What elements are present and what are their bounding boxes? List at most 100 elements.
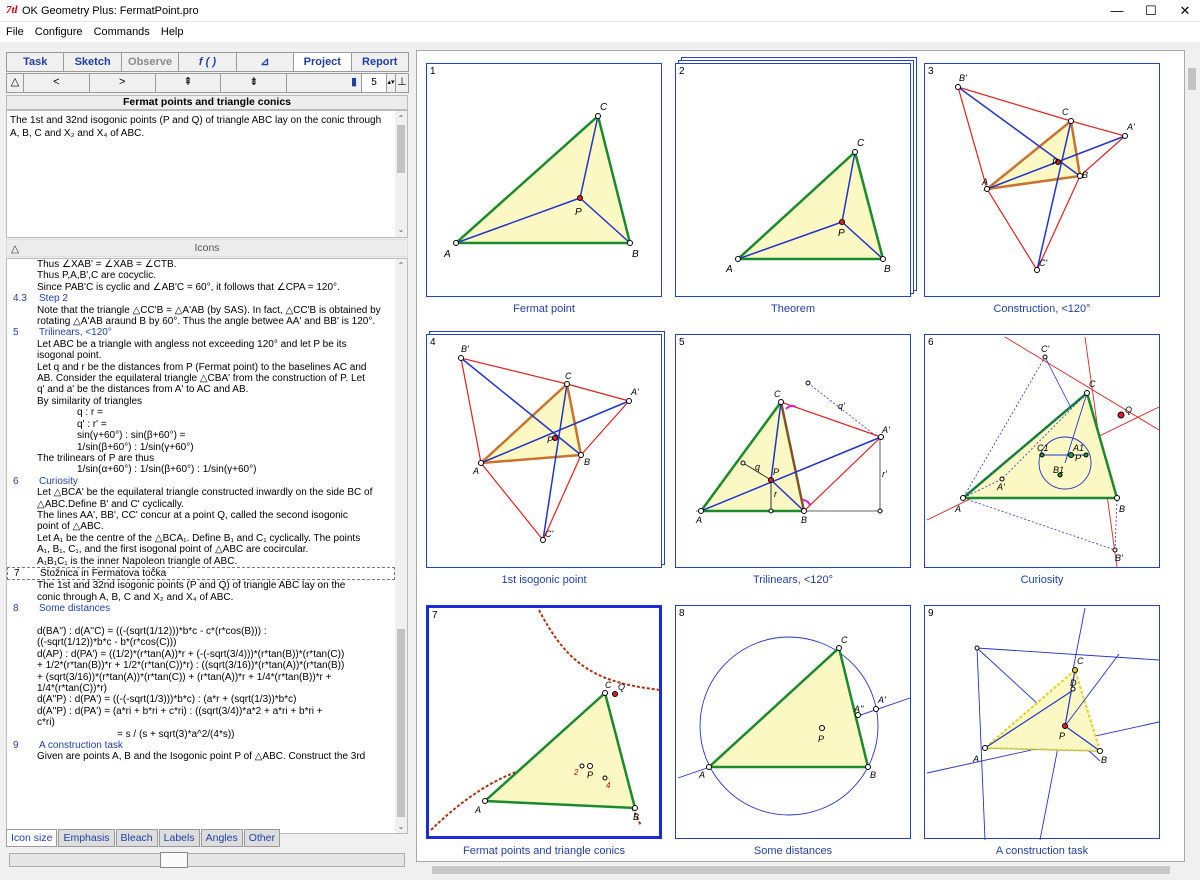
steps-list[interactable]: Thus ∠XAB' = ∠XAB = ∠CTB. Thus P,A,B',C a… <box>6 258 408 834</box>
end-icon[interactable]: ⊥ <box>395 73 409 93</box>
scroll-up-icon[interactable]: ⌃ <box>395 112 407 125</box>
description-scrollbar[interactable]: ⌃ ⌄ <box>395 111 407 237</box>
card-caption: Construction, <120° <box>993 303 1091 315</box>
marker-icon[interactable]: ▮ <box>286 73 363 93</box>
description-box[interactable]: The 1st and 32nd isogonic points (P and … <box>6 110 408 238</box>
menu-configure[interactable]: Configure <box>35 22 83 42</box>
card-caption: Fermat point <box>513 303 575 315</box>
tab-emphasis[interactable]: Emphasis <box>58 829 115 847</box>
label-a1: A' <box>881 425 890 435</box>
label-b: B <box>584 457 590 467</box>
collapse-icon[interactable]: △ <box>11 241 19 257</box>
card-caption: Trilinears, <120° <box>752 574 834 586</box>
title-bar: 7tl OK Geometry Plus: FermatPoint.pro — … <box>0 0 1200 22</box>
project-gallery[interactable]: 1 A B C P Fermat point 2 A B C P Theorem… <box>416 50 1185 862</box>
step-line: A₁, B₁, C₁, and the first isogonal point… <box>37 544 309 556</box>
label-p: P <box>838 228 845 239</box>
step-line: Let A₁ be the centre of the △BCA₁. Defin… <box>37 532 361 544</box>
step-heading[interactable]: 7 Stožnica in Fermatova točka <box>7 566 395 581</box>
scroll-thumb[interactable] <box>432 866 1170 874</box>
label-b1: B' <box>1115 553 1123 563</box>
label-b: B <box>1119 504 1125 514</box>
step-line: point of △ABC. <box>37 521 104 533</box>
step-line: + 1/2*(r*tan(B))*r + 1/2*(r*tan(C))*r) :… <box>37 660 345 672</box>
step-heading[interactable]: 8 Some distances <box>7 603 395 614</box>
icons-header[interactable]: △ Icons <box>6 239 408 257</box>
label-c: C <box>605 680 612 690</box>
card-9[interactable]: 9 A B C D P A construction task <box>924 605 1160 861</box>
tab-functions[interactable]: f ( ) <box>178 52 237 72</box>
label-b: B <box>870 770 876 780</box>
menu-bar: File Configure Commands Help <box>0 22 1200 42</box>
step-line: sin(γ+60°) : sin(β+60°) = <box>77 430 186 442</box>
label-c: C <box>1077 656 1084 666</box>
tab-sketch[interactable]: Sketch <box>63 52 122 72</box>
tab-angles[interactable]: ⊿ <box>235 52 295 72</box>
menu-file[interactable]: File <box>6 22 24 42</box>
step-line: Thus ∠XAB' = ∠XAB = ∠CTB. <box>37 259 177 270</box>
project-title: Fermat points and triangle conics <box>6 95 408 110</box>
tab-other[interactable]: Other <box>243 829 280 847</box>
label-p: P <box>575 207 582 218</box>
step-line: AB. Consider the equilateral triangle △C… <box>37 373 365 385</box>
menu-help[interactable]: Help <box>161 22 184 42</box>
label-c1: C' <box>545 529 553 539</box>
label-a: A <box>472 466 479 476</box>
tab-project[interactable]: Project <box>293 52 352 72</box>
maximize-button[interactable]: ☐ <box>1134 0 1168 22</box>
up-triangle-icon[interactable]: △ <box>6 73 24 93</box>
scroll-thumb[interactable] <box>397 125 405 173</box>
label-b1: B' <box>959 73 967 83</box>
scroll-thumb[interactable] <box>397 629 405 817</box>
label-q-prime: q' <box>838 401 845 411</box>
gallery-horizontal-scrollbar[interactable] <box>416 864 1185 876</box>
tab-task[interactable]: Task <box>6 52 65 72</box>
card-8[interactable]: 8 A B C P A'' A' Some distances <box>675 605 911 861</box>
steps-scrollbar[interactable]: ⌃ ⌄ <box>395 259 407 833</box>
card-4[interactable]: 4 B' A' C' A B C P 1st isogonic point <box>426 334 662 590</box>
scroll-thumb[interactable] <box>1188 68 1196 90</box>
window-title: OK Geometry Plus: FermatPoint.pro <box>22 5 199 17</box>
previous-button[interactable]: < <box>22 73 90 93</box>
step-heading[interactable]: 6 Curiosity <box>7 476 395 487</box>
step-heading[interactable]: 5 Trilinears, <120° <box>7 327 395 338</box>
tab-icon-size[interactable]: Icon size <box>6 829 58 847</box>
step-line: q' and a' be the distances from A' to AC… <box>37 384 249 396</box>
card-1[interactable]: 1 A B C P Fermat point <box>426 63 662 319</box>
scroll-up-icon[interactable]: ⌃ <box>395 260 407 271</box>
card-6[interactable]: 6 A B C C' B' A' Q P C1 A1 B1 Curiosity <box>924 334 1160 590</box>
step-title: Trilinears, <120° <box>39 327 112 339</box>
card-5[interactable]: 5 A B C A' P q r q' r' Trilinears, <120° <box>675 334 911 590</box>
tab-labels[interactable]: Labels <box>158 829 200 847</box>
next-button[interactable]: > <box>88 73 156 93</box>
step-line: The 1st and 32nd isogonic points (P and … <box>37 580 346 592</box>
label-four: 4 <box>606 781 611 790</box>
minimize-button[interactable]: — <box>1100 0 1134 22</box>
step-heading[interactable]: 9 A construction task <box>7 740 395 751</box>
menu-commands[interactable]: Commands <box>94 22 150 42</box>
gallery-scrollbar[interactable] <box>1186 50 1198 862</box>
card-2[interactable]: 2 A B C P Theorem <box>675 63 911 319</box>
figure-fermat-point: A B C P <box>443 102 639 260</box>
app-window: 7tl OK Geometry Plus: FermatPoint.pro — … <box>0 0 1200 880</box>
icon-count-input[interactable]: 5 <box>361 73 388 93</box>
last-page-icon[interactable]: ⇟ <box>220 73 288 93</box>
scroll-down-icon[interactable]: ⌄ <box>395 223 407 236</box>
tab-bleach[interactable]: Bleach <box>115 829 158 847</box>
step-title: Stožnica in Fermatova točka <box>40 567 167 579</box>
tab-observe[interactable]: Observe <box>120 52 180 72</box>
card-7[interactable]: 7 A B C Q P 2 4 Fermat points and triang… <box>426 605 662 861</box>
close-button[interactable]: ✕ <box>1168 0 1200 22</box>
label-a: A <box>443 249 451 260</box>
card-3[interactable]: 3 B' A' C' A B C P Construction, <120° <box>924 63 1160 319</box>
label-p: P <box>1059 731 1065 741</box>
step-heading[interactable]: 4.3 Step 2 <box>7 293 395 304</box>
step-number: 5 <box>13 327 19 339</box>
slider-knob[interactable] <box>160 852 188 868</box>
tab-report[interactable]: Report <box>350 52 409 72</box>
icon-size-slider[interactable] <box>9 852 405 868</box>
label-a1: A' <box>996 482 1005 492</box>
first-page-icon[interactable]: ⇞ <box>154 73 222 93</box>
step-line: By similarity of triangles <box>37 395 143 407</box>
tab-angles[interactable]: Angles <box>200 829 243 847</box>
